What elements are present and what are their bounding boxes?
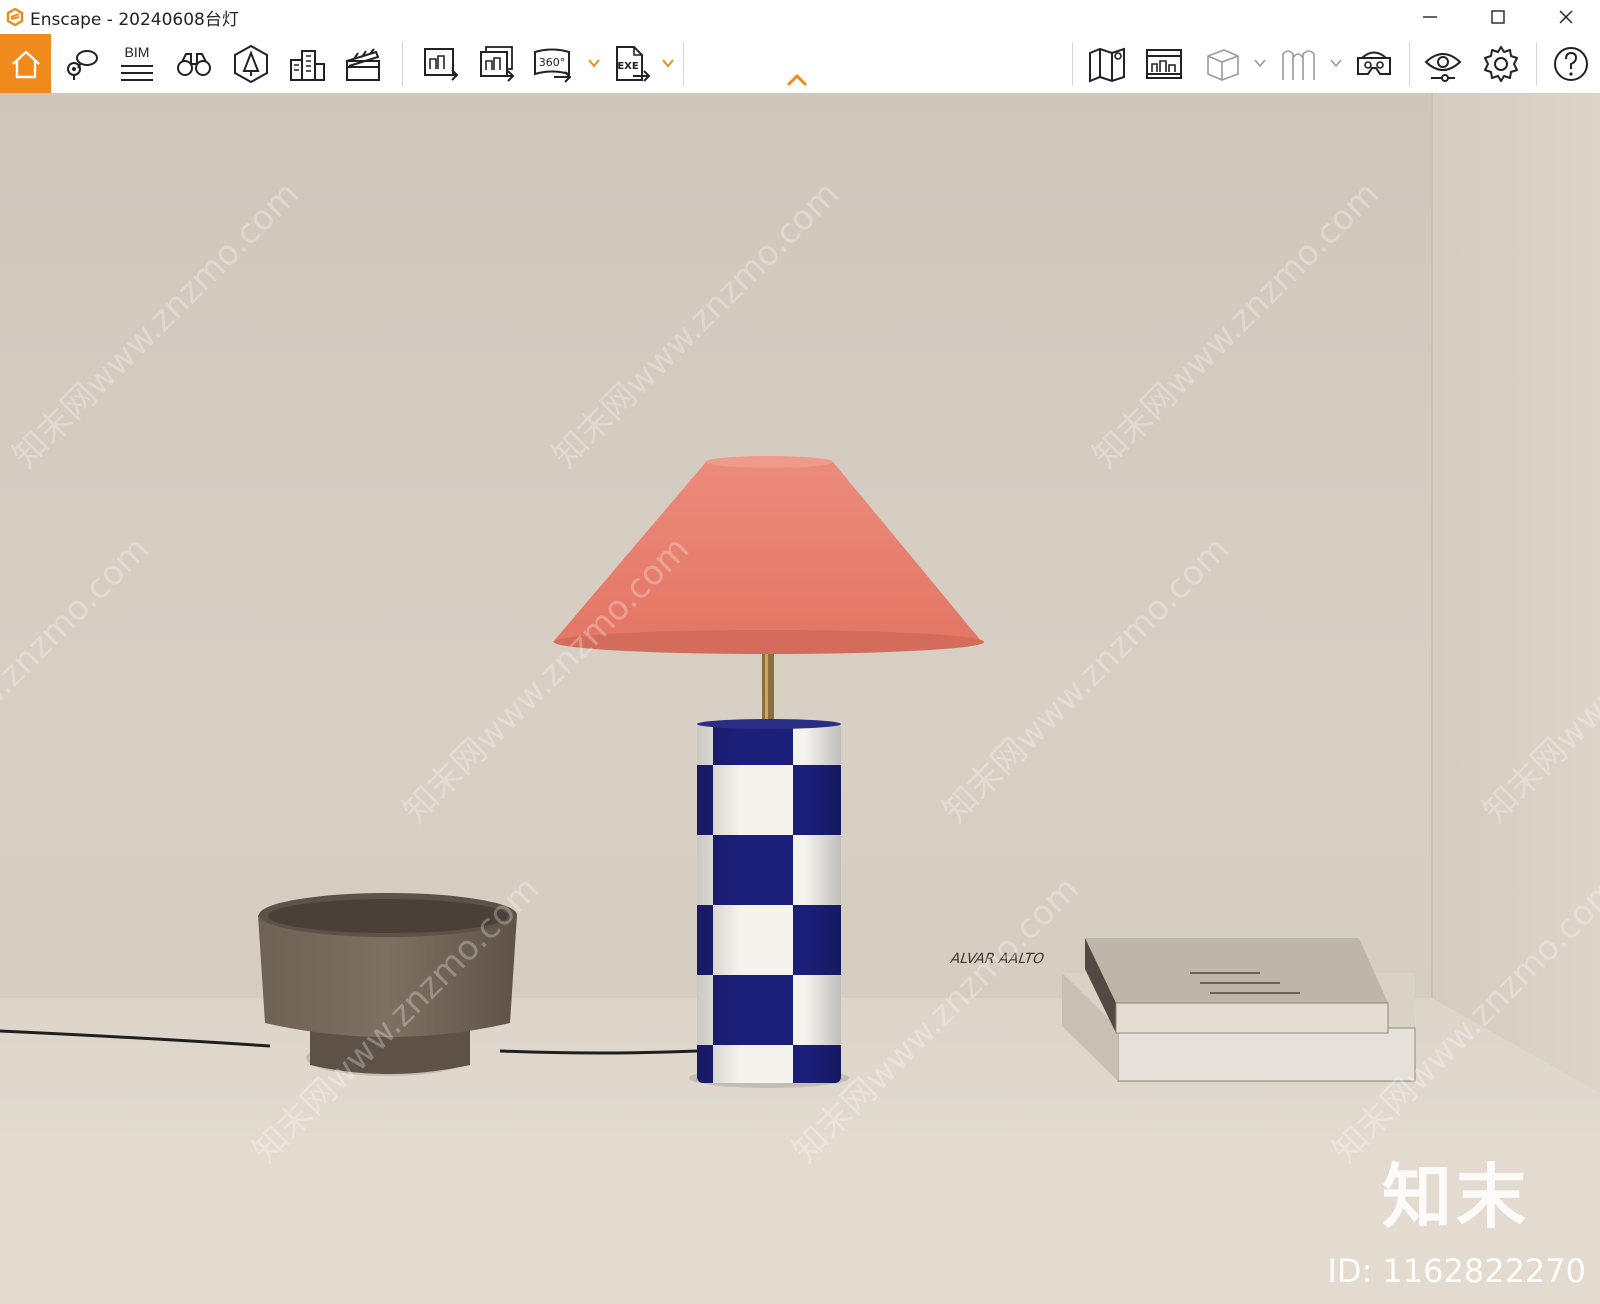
toolbar-divider xyxy=(683,42,684,86)
export-dropdown-chevron-icon[interactable] xyxy=(661,56,675,70)
perspective-button[interactable] xyxy=(228,34,274,93)
minimize-icon xyxy=(1423,16,1437,18)
map-button[interactable] xyxy=(1084,34,1130,93)
bim-icon xyxy=(121,64,153,81)
binoculars-icon xyxy=(177,52,211,76)
vr-headset-icon xyxy=(1357,51,1391,75)
material-dropdown-chevron-icon[interactable] xyxy=(1329,56,1343,70)
asset-library-icon xyxy=(1146,48,1182,79)
brand-watermark: 知末 xyxy=(1382,1156,1530,1238)
cube-dropdown-chevron-icon[interactable] xyxy=(1253,56,1267,70)
buildings-icon xyxy=(290,49,325,81)
render-viewport[interactable]: ALVAR AALTO 知末网www.znzmo.com 知末网www.znzm… xyxy=(0,93,1600,1304)
map-icon xyxy=(1089,47,1125,82)
visual-settings-button[interactable] xyxy=(1420,34,1466,93)
toolbar-divider xyxy=(402,42,403,86)
material-button[interactable] xyxy=(1275,34,1321,93)
batch-render-button[interactable] xyxy=(474,34,520,93)
minimize-button[interactable] xyxy=(1396,0,1464,34)
location-comment-button[interactable] xyxy=(58,34,104,93)
maximize-icon xyxy=(1491,10,1505,24)
clapperboard-icon xyxy=(346,47,380,81)
window-title: Enscape - 20240608台灯 xyxy=(30,9,239,30)
asset-library-button[interactable] xyxy=(1141,34,1187,93)
vr-headset-button[interactable] xyxy=(1351,34,1397,93)
video-editor-button[interactable] xyxy=(340,34,386,93)
home-button[interactable] xyxy=(0,34,51,93)
title-bar: Enscape - 20240608台灯 xyxy=(0,0,1600,34)
panorama-360-button[interactable]: 360° xyxy=(530,34,576,93)
maximize-button[interactable] xyxy=(1464,0,1532,34)
render-image-button[interactable] xyxy=(418,34,464,93)
main-toolbar: BIM 360° EXE xyxy=(0,34,1600,94)
bim-label: BIM xyxy=(124,43,150,60)
home-icon xyxy=(11,50,40,78)
enscape-logo-icon xyxy=(6,8,24,26)
close-button[interactable] xyxy=(1532,0,1600,34)
buildings-button[interactable] xyxy=(284,34,330,93)
settings-gear-icon xyxy=(1484,45,1518,82)
cube-button[interactable] xyxy=(1199,34,1245,93)
image-id-label: ID: 1162822270 xyxy=(1327,1252,1586,1290)
views-button[interactable] xyxy=(171,34,217,93)
visual-settings-icon xyxy=(1424,52,1462,82)
panorama-label: 360° xyxy=(539,56,566,69)
export-exe-button[interactable]: EXE xyxy=(609,34,655,93)
toolbar-divider xyxy=(1072,42,1073,86)
toolbar-divider xyxy=(1536,42,1537,86)
toolbar-divider xyxy=(1409,42,1410,86)
bim-button[interactable]: BIM xyxy=(114,34,160,93)
help-button[interactable] xyxy=(1548,34,1594,93)
cube-icon xyxy=(1207,48,1239,81)
exe-label: EXE xyxy=(617,61,639,72)
batch-render-icon xyxy=(480,45,515,82)
export-exe-icon: EXE xyxy=(616,45,651,82)
material-icon xyxy=(1282,49,1315,80)
panorama-dropdown-chevron-icon[interactable] xyxy=(587,56,601,70)
collapse-toolbar-chevron-icon[interactable] xyxy=(785,72,809,88)
perspective-icon xyxy=(234,44,268,83)
settings-button[interactable] xyxy=(1478,34,1524,93)
render-image-icon xyxy=(424,47,459,81)
location-comment-icon xyxy=(67,49,98,80)
help-icon xyxy=(1554,46,1588,81)
panorama-360-icon: 360° xyxy=(534,48,572,83)
close-icon xyxy=(1559,10,1573,24)
